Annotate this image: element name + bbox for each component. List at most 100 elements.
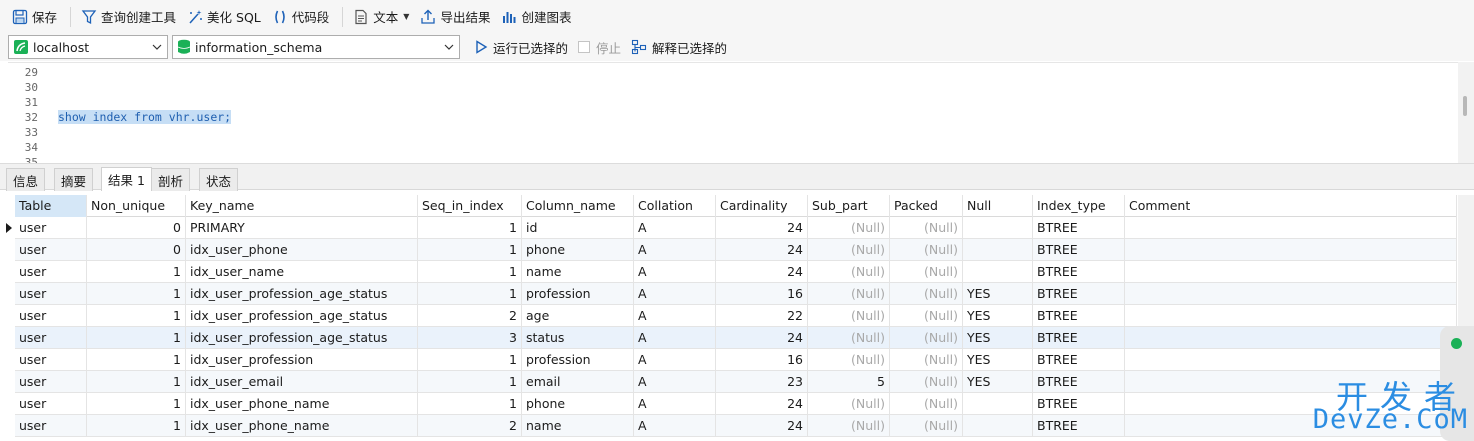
- table-cell[interactable]: (Null): [890, 349, 963, 371]
- table-cell[interactable]: user: [15, 305, 87, 327]
- table-row[interactable]: user 1 idx_user_profession_age_status 3 stat…: [15, 327, 1457, 349]
- table-cell[interactable]: idx_user_profession_age_status: [186, 327, 418, 349]
- table-cell[interactable]: profession: [522, 283, 634, 305]
- table-cell[interactable]: 24: [716, 327, 808, 349]
- table-cell[interactable]: (Null): [890, 305, 963, 327]
- table-cell[interactable]: idx_user_name: [186, 261, 418, 283]
- table-cell[interactable]: [1125, 327, 1457, 349]
- table-cell[interactable]: A: [634, 349, 716, 371]
- table-cell[interactable]: age: [522, 305, 634, 327]
- table-cell[interactable]: user: [15, 283, 87, 305]
- table-cell[interactable]: 24: [716, 261, 808, 283]
- table-cell[interactable]: (Null): [808, 261, 890, 283]
- table-cell[interactable]: idx_user_email: [186, 371, 418, 393]
- table-row[interactable]: user 0 idx_user_phone 1 phone A 24 (Null) (Null)…: [15, 239, 1457, 261]
- database-select[interactable]: information_schema: [172, 35, 460, 59]
- column-header[interactable]: Packed: [890, 195, 963, 217]
- table-cell[interactable]: [963, 261, 1033, 283]
- stop-checkbox[interactable]: [578, 41, 591, 53]
- table-cell[interactable]: 1: [418, 371, 522, 393]
- column-header[interactable]: Table: [15, 195, 87, 217]
- table-cell[interactable]: BTREE: [1033, 349, 1125, 371]
- column-header[interactable]: Key_name: [186, 195, 418, 217]
- table-cell[interactable]: A: [634, 261, 716, 283]
- table-cell[interactable]: A: [634, 283, 716, 305]
- table-cell[interactable]: 16: [716, 349, 808, 371]
- table-cell[interactable]: [1125, 217, 1457, 239]
- table-cell[interactable]: 1: [418, 261, 522, 283]
- table-cell[interactable]: (Null): [890, 393, 963, 415]
- table-cell[interactable]: YES: [963, 283, 1033, 305]
- table-cell[interactable]: 1: [418, 393, 522, 415]
- table-cell[interactable]: A: [634, 415, 716, 437]
- code-line[interactable]: show index from vhr.user;: [58, 110, 232, 124]
- export-result-button[interactable]: 导出结果: [416, 5, 494, 29]
- explain-selected-button[interactable]: 解释已选择的: [631, 38, 727, 57]
- table-cell[interactable]: (Null): [808, 349, 890, 371]
- table-row[interactable]: user 0 PRIMARY 1 id A 24 (Null) (Null) BTREE: [15, 217, 1457, 239]
- table-row[interactable]: user 1 idx_user_phone_name 2 name A 24 (Null) (N…: [15, 415, 1457, 437]
- table-cell[interactable]: BTREE: [1033, 393, 1125, 415]
- table-cell[interactable]: 0: [87, 239, 186, 261]
- table-cell[interactable]: [963, 239, 1033, 261]
- table-row[interactable]: user 1 idx_user_profession_age_status 1 prof…: [15, 283, 1457, 305]
- table-cell[interactable]: 1: [418, 349, 522, 371]
- tab-result-1[interactable]: 结果 1: [101, 167, 152, 191]
- column-header[interactable]: Comment: [1125, 195, 1457, 217]
- table-cell[interactable]: 24: [716, 239, 808, 261]
- table-cell[interactable]: idx_user_phone_name: [186, 415, 418, 437]
- table-cell[interactable]: 2: [418, 415, 522, 437]
- table-cell[interactable]: A: [634, 239, 716, 261]
- table-cell[interactable]: idx_user_profession: [186, 349, 418, 371]
- column-header[interactable]: Column_name: [522, 195, 634, 217]
- table-cell[interactable]: email: [522, 371, 634, 393]
- tab-status[interactable]: 状态: [199, 168, 239, 191]
- table-cell[interactable]: idx_user_profession_age_status: [186, 283, 418, 305]
- table-cell[interactable]: phone: [522, 393, 634, 415]
- create-chart-button[interactable]: 创建图表: [497, 5, 575, 29]
- table-cell[interactable]: 1: [87, 283, 186, 305]
- column-header[interactable]: Sub_part: [808, 195, 890, 217]
- table-cell[interactable]: 22: [716, 305, 808, 327]
- column-header[interactable]: Collation: [634, 195, 716, 217]
- table-cell[interactable]: idx_user_phone_name: [186, 393, 418, 415]
- table-cell[interactable]: 24: [716, 393, 808, 415]
- table-cell[interactable]: BTREE: [1033, 239, 1125, 261]
- table-row[interactable]: user 1 idx_user_name 1 name A 24 (Null) (Null) BT…: [15, 261, 1457, 283]
- table-cell[interactable]: (Null): [808, 393, 890, 415]
- table-cell[interactable]: 24: [716, 415, 808, 437]
- table-cell[interactable]: 23: [716, 371, 808, 393]
- code-snippet-button[interactable]: 代码段: [268, 5, 334, 29]
- table-cell[interactable]: 1: [87, 415, 186, 437]
- table-cell[interactable]: (Null): [890, 415, 963, 437]
- tab-summary[interactable]: 摘要: [54, 168, 94, 191]
- table-cell[interactable]: (Null): [890, 283, 963, 305]
- run-selected-button[interactable]: 运行已选择的: [470, 35, 572, 59]
- table-cell[interactable]: (Null): [890, 217, 963, 239]
- sql-editor[interactable]: 29 30 31 32 33 34 35 show index from vhr…: [8, 62, 1458, 163]
- table-cell[interactable]: 1: [87, 349, 186, 371]
- table-cell[interactable]: user: [15, 393, 87, 415]
- table-row[interactable]: user 1 idx_user_email 1 email A 23 5 (Null) YES BT…: [15, 371, 1457, 393]
- table-cell[interactable]: BTREE: [1033, 371, 1125, 393]
- table-cell[interactable]: [1125, 349, 1457, 371]
- table-cell[interactable]: name: [522, 415, 634, 437]
- table-cell[interactable]: A: [634, 393, 716, 415]
- table-cell[interactable]: YES: [963, 371, 1033, 393]
- table-cell[interactable]: user: [15, 327, 87, 349]
- table-cell[interactable]: (Null): [808, 239, 890, 261]
- table-row[interactable]: user 1 idx_user_profession_age_status 2 age A…: [15, 305, 1457, 327]
- table-cell[interactable]: 1: [87, 261, 186, 283]
- editor-scrollbar[interactable]: [1458, 62, 1474, 163]
- table-cell[interactable]: (Null): [808, 305, 890, 327]
- table-cell[interactable]: user: [15, 349, 87, 371]
- table-cell[interactable]: BTREE: [1033, 261, 1125, 283]
- result-grid[interactable]: Table Non_unique Key_name Seq_in_index C…: [0, 195, 1458, 441]
- column-header[interactable]: Null: [963, 195, 1033, 217]
- table-cell[interactable]: (Null): [890, 371, 963, 393]
- text-view-button[interactable]: 文本 ▼: [349, 5, 413, 29]
- table-cell[interactable]: [963, 393, 1033, 415]
- save-button[interactable]: 保存: [8, 5, 61, 29]
- table-cell[interactable]: 3: [418, 327, 522, 349]
- table-cell[interactable]: 1: [418, 283, 522, 305]
